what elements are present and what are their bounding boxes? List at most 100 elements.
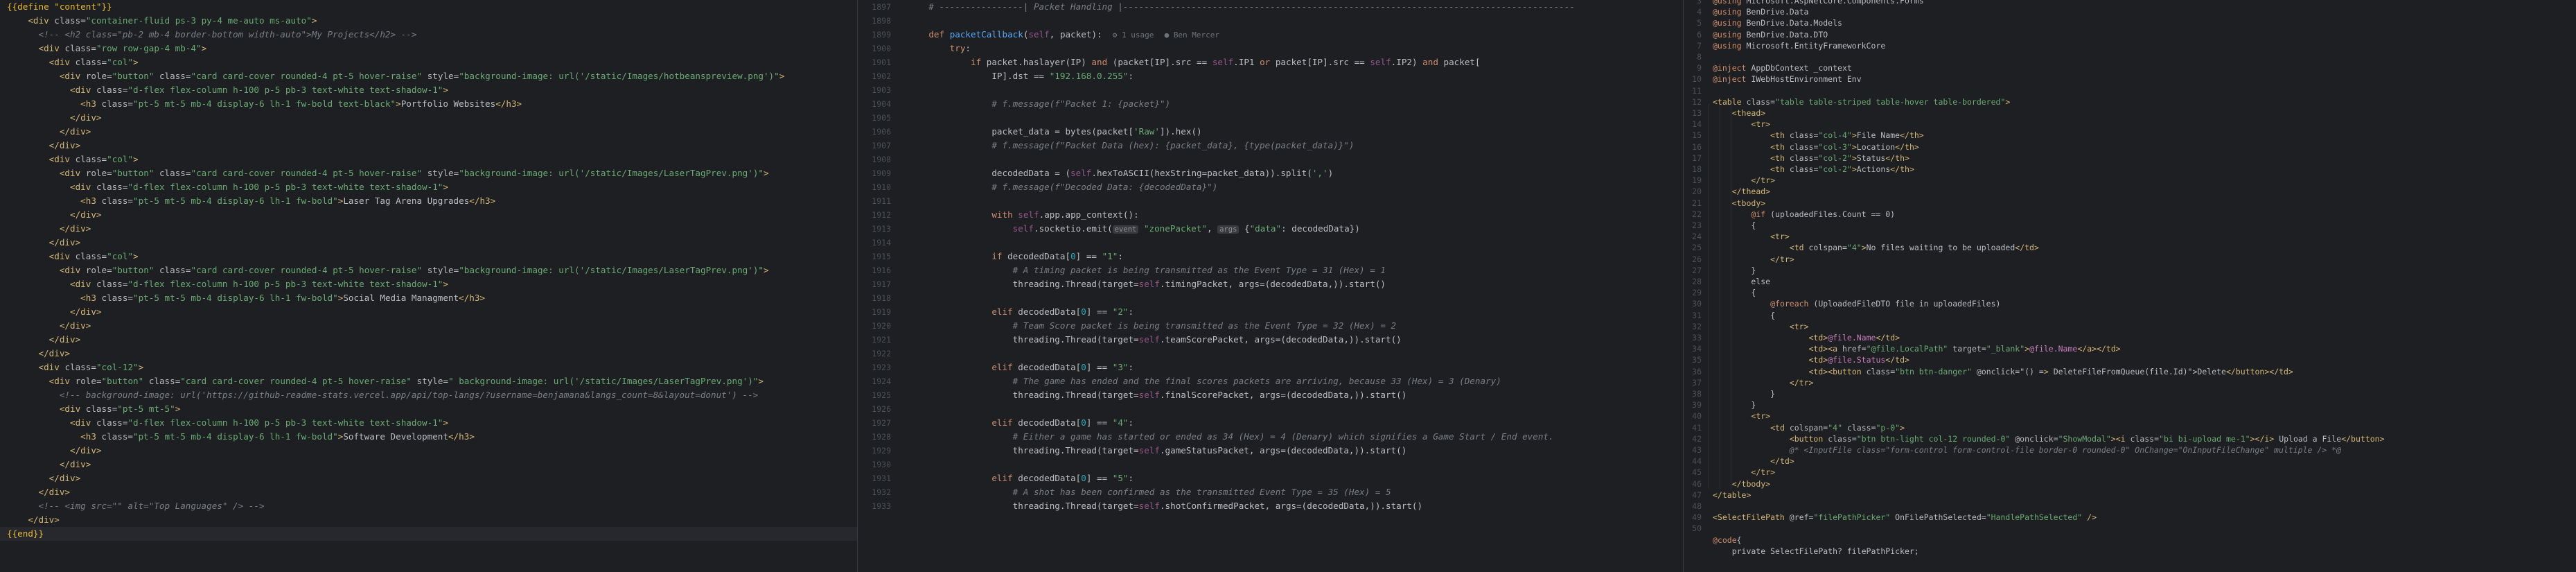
code-line[interactable]: # ----------------| Packet Handling |---… [908, 0, 1682, 14]
code-line[interactable]: </tr> [1713, 377, 2576, 388]
code-line[interactable]: <div class="d-flex flex-column h-100 p-5… [0, 416, 857, 430]
code-line[interactable]: @using BenDrive.Data.Models [1713, 17, 2576, 28]
code-line[interactable]: threading.Thread(target=self.teamScorePa… [908, 333, 1682, 347]
code-line[interactable]: self.socketio.emit(event "zonePacket", a… [908, 222, 1682, 236]
code-line[interactable]: <td>@file.Status</td> [1713, 354, 2576, 365]
code-line[interactable]: <div class="col"> [0, 153, 857, 166]
code-line[interactable]: <tbody> [1713, 198, 2576, 209]
code-line[interactable]: <button class="btn btn-light col-12 roun… [1713, 433, 2576, 444]
code-line[interactable]: </div> [0, 471, 857, 485]
code-line[interactable]: <h3 class="pt-5 mt-5 mb-4 display-6 lh-1… [0, 97, 857, 111]
code-line[interactable]: @foreach (UploadedFileDTO file in upload… [1713, 298, 2576, 309]
code-line[interactable]: </tbody> [1713, 478, 2576, 489]
code-line[interactable]: packet_data = bytes(packet['Raw']).hex() [908, 125, 1682, 139]
code-line[interactable]: # f.message(f"Packet 1: {packet}") [908, 97, 1682, 111]
code-line[interactable]: </div> [0, 222, 857, 236]
code-line[interactable]: <table class="table table-striped table-… [1713, 96, 2576, 107]
code-line[interactable] [1713, 51, 2576, 62]
code-line[interactable]: </thead> [1713, 186, 2576, 197]
code-line[interactable]: </table> [1713, 489, 2576, 501]
code-line[interactable]: <div class="d-flex flex-column h-100 p-5… [0, 277, 857, 291]
code-line[interactable]: <div role="button" class="card card-cove… [0, 166, 857, 180]
code-line[interactable]: def packetCallback(self, packet): ⚙ 1 us… [908, 28, 1682, 42]
code-line[interactable]: <h3 class="pt-5 mt-5 mb-4 display-6 lh-1… [0, 430, 857, 444]
code-line[interactable]: <td>@file.Name</td> [1713, 332, 2576, 343]
code-line[interactable] [908, 14, 1682, 28]
code-line[interactable]: <div class="col"> [0, 250, 857, 263]
code-line[interactable]: @inject AppDbContext _context [1713, 62, 2576, 73]
code-line[interactable]: </div> [0, 125, 857, 139]
code-line[interactable] [908, 83, 1682, 97]
code-line[interactable] [908, 111, 1682, 125]
code-line[interactable]: private SelectFilePath? filePathPicker; [1713, 546, 2576, 557]
code-line[interactable]: @using BenDrive.Data [1713, 6, 2576, 17]
code-line[interactable]: if decodedData[0] == "1": [908, 250, 1682, 263]
code-line[interactable]: {{end}} [0, 527, 857, 541]
code-line[interactable]: @code{ [1713, 535, 2576, 546]
code-line[interactable]: { [1713, 287, 2576, 298]
code-line[interactable]: # Team Score packet is being transmitted… [908, 319, 1682, 333]
code-line[interactable]: # A timing packet is being transmitted a… [908, 263, 1682, 277]
code-line[interactable]: <h3 class="pt-5 mt-5 mb-4 display-6 lh-1… [0, 291, 857, 305]
code-line[interactable] [1713, 85, 2576, 96]
code-line[interactable]: threading.Thread(target=self.gameStatusP… [908, 444, 1682, 458]
code-line[interactable]: <td><a href="@file.LocalPath" target="_b… [1713, 343, 2576, 354]
code-line[interactable]: <tr> [1713, 119, 2576, 130]
editor-pane-html-template[interactable]: {{define "content"}} <div class="contain… [0, 0, 857, 572]
code-line[interactable]: <div class="pt-5 mt-5"> [0, 402, 857, 416]
code-line[interactable]: elif decodedData[0] == "2": [908, 305, 1682, 319]
editor-pane-razor[interactable]: 3 @using Microsoft.AspNetCore.Components.… [1684, 0, 2576, 572]
code-line[interactable]: { [1713, 220, 2576, 231]
code-line[interactable] [908, 194, 1682, 208]
code-line[interactable]: # Either a game has started or ended as … [908, 430, 1682, 444]
code-line[interactable]: </div> [0, 139, 857, 153]
code-line[interactable]: elif decodedData[0] == "5": [908, 471, 1682, 485]
code-line[interactable]: </td> [1713, 456, 2576, 467]
code-line[interactable]: IP].dst == "192.168.0.255": [908, 69, 1682, 83]
code-line[interactable]: <th class="col-4">File Name</th> [1713, 130, 2576, 141]
code-line[interactable]: @if (uploadedFiles.Count == 0) [1713, 209, 2576, 220]
code-line[interactable]: decodedData = (self.hexToASCII(hexString… [908, 166, 1682, 180]
code-line[interactable] [908, 153, 1682, 166]
code-line[interactable]: </div> [0, 319, 857, 333]
code-line[interactable]: <h3 class="pt-5 mt-5 mb-4 display-6 lh-1… [0, 194, 857, 208]
code-line[interactable]: <tr> [1713, 231, 2576, 242]
code-line[interactable]: </div> [0, 485, 857, 499]
code-line[interactable]: <tr> [1713, 321, 2576, 332]
code-line[interactable]: <!-- background-image: url('https://gith… [0, 388, 857, 402]
code-line[interactable] [1713, 523, 2576, 534]
code-line[interactable]: </tr> [1713, 467, 2576, 478]
code-line[interactable]: else [1713, 276, 2576, 287]
code-line[interactable]: <div class="row row-gap-4 mb-4"> [0, 42, 857, 55]
code-line[interactable]: </tr> [1713, 175, 2576, 186]
code-line[interactable]: threading.Thread(target=self.shotConfirm… [908, 499, 1682, 513]
code-line[interactable]: </div> [0, 111, 857, 125]
code-line[interactable]: if packet.haslayer(IP) and (packet[IP].s… [908, 55, 1682, 69]
code-line[interactable]: with self.app.app_context(): [908, 208, 1682, 222]
code-line[interactable]: <!-- <h2 class="pb-2 mb-4 border-bottom … [0, 28, 857, 42]
code-line[interactable]: </div> [0, 305, 857, 319]
code-line[interactable]: </div> [0, 208, 857, 222]
code-line[interactable]: <tr> [1713, 410, 2576, 422]
code-line[interactable]: threading.Thread(target=self.finalScoreP… [908, 388, 1682, 402]
code-line[interactable]: </div> [0, 236, 857, 250]
code-line[interactable]: { [1713, 310, 2576, 321]
code-line[interactable]: # f.message(f"Decoded Data: {decodedData… [908, 180, 1682, 194]
code-line[interactable]: </div> [0, 333, 857, 347]
code-line[interactable]: @inject IWebHostEnvironment Env [1713, 73, 2576, 85]
code-line[interactable]: <div class="container-fluid ps-3 py-4 me… [0, 14, 857, 28]
code-line[interactable]: <div class="d-flex flex-column h-100 p-5… [0, 83, 857, 97]
code-line[interactable]: <div class="d-flex flex-column h-100 p-5… [0, 180, 857, 194]
code-line[interactable]: <th class="col-2">Status</th> [1713, 153, 2576, 164]
code-line[interactable]: </tr> [1713, 254, 2576, 265]
code-line[interactable]: <!-- <img src="" alt="Top Languages" /> … [0, 499, 857, 513]
code-line[interactable]: </div> [0, 347, 857, 361]
code-line[interactable]: # f.message(f"Packet Data (hex): {packet… [908, 139, 1682, 153]
code-line[interactable]: @using Microsoft.AspNetCore.Components.F… [1713, 0, 2576, 6]
code-line[interactable] [908, 458, 1682, 471]
code-line[interactable]: <div role="button" class="card card-cove… [0, 263, 857, 277]
code-line[interactable]: threading.Thread(target=self.timingPacke… [908, 277, 1682, 291]
code-line[interactable]: <div class="col"> [0, 55, 857, 69]
code-line[interactable]: </div> [0, 458, 857, 471]
code-line[interactable]: <th class="col-2">Actions</th> [1713, 164, 2576, 175]
